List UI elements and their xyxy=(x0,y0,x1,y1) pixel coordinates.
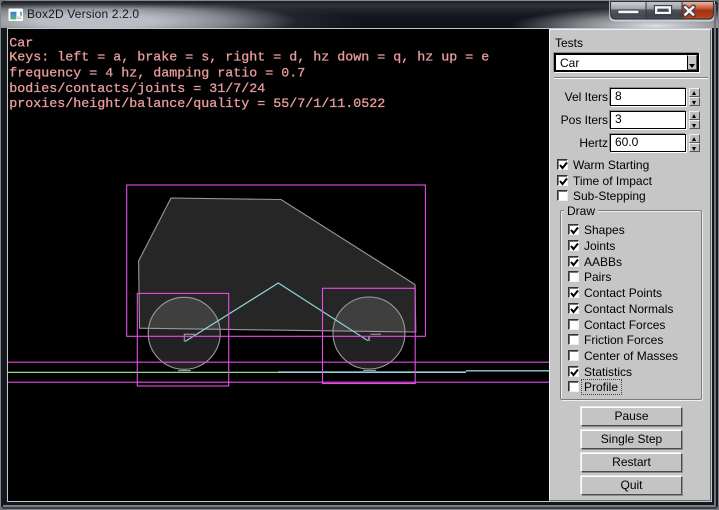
svg-text:Car: Car xyxy=(9,36,33,51)
svg-text:proxies/height/balance/quality: proxies/height/balance/quality = 55/7/1/… xyxy=(9,97,385,112)
svg-text:bodies/contacts/joints = 31/7/: bodies/contacts/joints = 31/7/24 xyxy=(9,82,265,97)
svg-text:frequency = 4 hz, damping rati: frequency = 4 hz, damping ratio = 0.7 xyxy=(9,67,305,82)
svg-text:Keys: left = a, brake = s, rig: Keys: left = a, brake = s, right = d, hz… xyxy=(9,50,489,65)
